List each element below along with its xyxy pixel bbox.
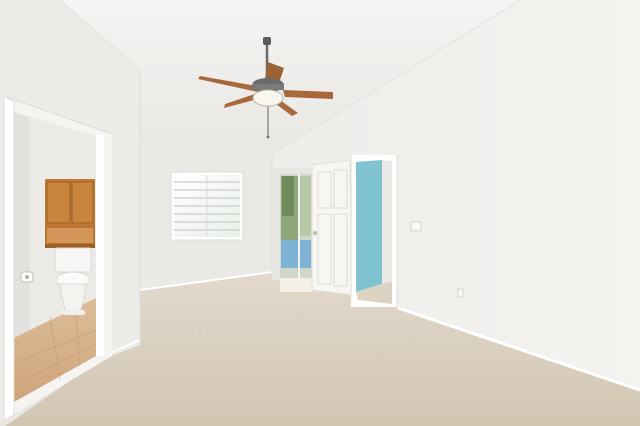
toilet-paper-icon [20, 271, 34, 283]
sliding-glass-door [272, 168, 312, 292]
closet-doorway [350, 155, 398, 308]
outlet-icon [457, 288, 464, 298]
room-illustration [0, 0, 640, 426]
open-door [311, 159, 353, 296]
window [170, 171, 244, 241]
door-knob [313, 231, 317, 235]
light-switch-icon[interactable] [410, 221, 422, 232]
bathroom-wall-cabinet [45, 179, 95, 248]
room-photo [0, 0, 640, 426]
